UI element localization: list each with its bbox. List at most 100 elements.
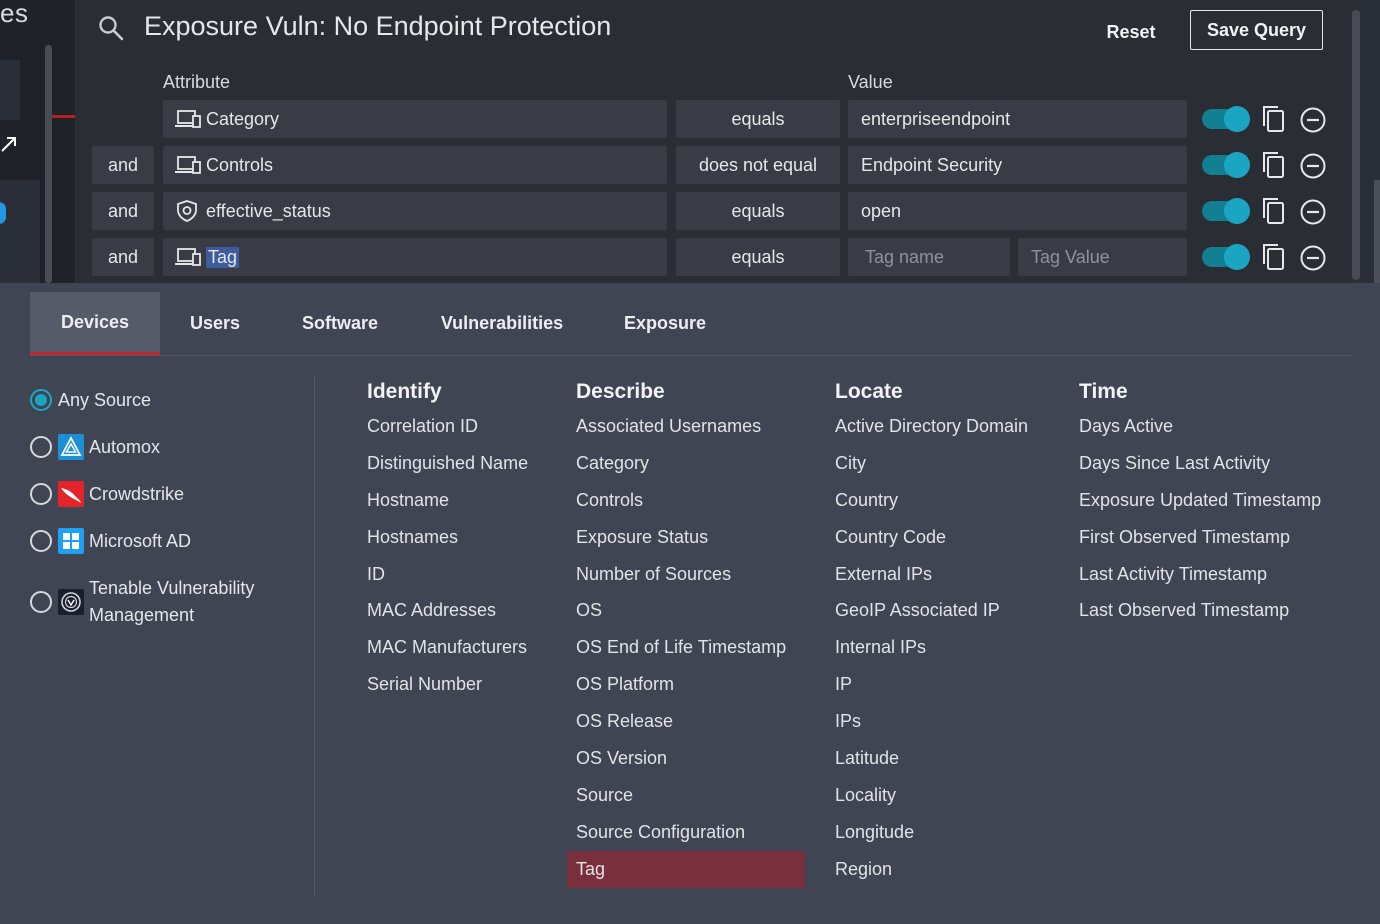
tab-vulnerabilities[interactable]: Vulnerabilities [430, 292, 574, 355]
attribute-option[interactable]: External IPs [835, 556, 1028, 593]
duplicate-icon[interactable] [1261, 242, 1287, 272]
tag-value-field[interactable] [1018, 238, 1187, 276]
attribute-option[interactable]: Source [576, 777, 805, 814]
attribute-select[interactable]: effective_status [163, 192, 667, 230]
attribute-label: Controls [206, 154, 274, 175]
locate-column: Locate Active Directory Domain City Coun… [835, 378, 1028, 888]
tab-users[interactable]: Users [175, 292, 255, 355]
conjunction-select[interactable]: and [92, 238, 154, 276]
remove-row-icon[interactable] [1299, 244, 1327, 272]
attribute-label: effective_status [206, 200, 331, 221]
attribute-option[interactable]: GeoIP Associated IP [835, 592, 1028, 629]
radio-button[interactable] [30, 483, 52, 505]
attribute-option[interactable]: Last Activity Timestamp [1079, 556, 1321, 593]
operator-select[interactable]: equals [676, 100, 840, 138]
attribute-option[interactable]: Source Configuration [576, 814, 805, 851]
attribute-option[interactable]: Exposure Updated Timestamp [1079, 482, 1321, 519]
attribute-option[interactable]: Number of Sources [576, 556, 805, 593]
attribute-option[interactable]: OS End of Life Timestamp [576, 629, 805, 666]
operator-select[interactable]: equals [676, 192, 840, 230]
attribute-option[interactable]: Active Directory Domain [835, 408, 1028, 445]
tag-name-input[interactable] [848, 246, 1010, 268]
attribute-option[interactable]: Category [576, 445, 805, 482]
attribute-option[interactable]: OS Platform [576, 666, 805, 703]
query-scrollbar[interactable] [1352, 10, 1360, 280]
attribute-option[interactable]: IP [835, 666, 1028, 703]
background-left-panel: es [0, 0, 75, 283]
radio-button[interactable] [30, 530, 52, 552]
row-enabled-toggle[interactable] [1202, 244, 1250, 270]
attribute-option-selected[interactable]: Tag [567, 850, 805, 888]
attribute-option[interactable]: OS [576, 592, 805, 629]
attribute-option[interactable]: Country Code [835, 519, 1028, 556]
duplicate-icon[interactable] [1261, 196, 1287, 226]
conjunction-select[interactable]: and [92, 192, 154, 230]
tag-value-input[interactable] [1018, 246, 1187, 268]
expand-icon[interactable] [0, 133, 18, 155]
remove-row-icon[interactable] [1299, 152, 1327, 180]
attribute-option[interactable]: Days Since Last Activity [1079, 445, 1321, 482]
attribute-option[interactable]: OS Release [576, 703, 805, 740]
tab-software[interactable]: Software [290, 292, 390, 355]
attribute-option[interactable]: First Observed Timestamp [1079, 519, 1321, 556]
duplicate-icon[interactable] [1261, 150, 1287, 180]
attribute-option[interactable]: Serial Number [367, 666, 528, 703]
tab-exposure[interactable]: Exposure [615, 292, 715, 355]
tab-devices[interactable]: Devices [30, 292, 160, 355]
attribute-option[interactable]: Distinguished Name [367, 445, 528, 482]
value-input[interactable]: enterpriseendpoint [848, 100, 1187, 138]
source-option-tenable[interactable]: Tenable Vulnerability Management [30, 575, 254, 629]
filter-row: and effective_status equals open [75, 192, 1352, 230]
attribute-option[interactable]: MAC Addresses [367, 592, 528, 629]
source-option-crowdstrike[interactable]: Crowdstrike [30, 481, 184, 507]
attribute-select[interactable]: Tag [163, 238, 667, 276]
attribute-option[interactable]: Latitude [835, 740, 1028, 777]
attribute-option[interactable]: Correlation ID [367, 408, 528, 445]
attribute-option[interactable]: Controls [576, 482, 805, 519]
background-scrollbar[interactable] [45, 45, 52, 283]
operator-select[interactable]: does not equal [676, 146, 840, 184]
duplicate-icon[interactable] [1261, 104, 1287, 134]
attribute-option[interactable]: Longitude [835, 814, 1028, 851]
value-column-header: Value [848, 72, 893, 92]
attribute-option[interactable]: ID [367, 556, 528, 593]
attribute-option[interactable]: IPs [835, 703, 1028, 740]
crowdstrike-icon [58, 481, 84, 507]
save-query-button[interactable]: Save Query [1190, 10, 1323, 50]
radio-button[interactable] [30, 389, 52, 411]
row-enabled-toggle[interactable] [1202, 198, 1250, 224]
row-enabled-toggle[interactable] [1202, 152, 1250, 178]
source-option-automox[interactable]: Automox [30, 434, 160, 460]
attribute-option[interactable]: Hostname [367, 482, 528, 519]
source-option-microsoft-ad[interactable]: Microsoft AD [30, 528, 191, 554]
tag-name-field[interactable] [848, 238, 1010, 276]
attribute-option[interactable]: Days Active [1079, 408, 1321, 445]
attribute-select[interactable]: Category [163, 100, 667, 138]
operator-select[interactable]: equals [676, 238, 840, 276]
attribute-option[interactable]: Last Observed Timestamp [1079, 592, 1321, 629]
reset-button[interactable]: Reset [1095, 14, 1167, 50]
radio-button[interactable] [30, 436, 52, 458]
attribute-option[interactable]: Hostnames [367, 519, 528, 556]
attribute-select[interactable]: Controls [163, 146, 667, 184]
row-enabled-toggle[interactable] [1202, 106, 1250, 132]
radio-button[interactable] [30, 591, 52, 613]
attribute-option[interactable]: Region [835, 851, 1028, 888]
attribute-option[interactable]: MAC Manufacturers [367, 629, 528, 666]
column-title: Describe [576, 380, 665, 403]
attribute-option[interactable]: OS Version [576, 740, 805, 777]
attribute-option[interactable]: Internal IPs [835, 629, 1028, 666]
remove-row-icon[interactable] [1299, 198, 1327, 226]
value-input[interactable]: Endpoint Security [848, 146, 1187, 184]
attribute-option[interactable]: Country [835, 482, 1028, 519]
attribute-option[interactable]: City [835, 445, 1028, 482]
describe-column: Describe Associated Usernames Category C… [567, 378, 805, 888]
query-title[interactable]: Exposure Vuln: No Endpoint Protection [144, 11, 611, 42]
source-option-any[interactable]: Any Source [30, 389, 151, 411]
conjunction-select[interactable]: and [92, 146, 154, 184]
attribute-option[interactable]: Exposure Status [576, 519, 805, 556]
value-input[interactable]: open [848, 192, 1187, 230]
attribute-option[interactable]: Locality [835, 777, 1028, 814]
attribute-option[interactable]: Associated Usernames [576, 408, 805, 445]
remove-row-icon[interactable] [1299, 106, 1327, 134]
